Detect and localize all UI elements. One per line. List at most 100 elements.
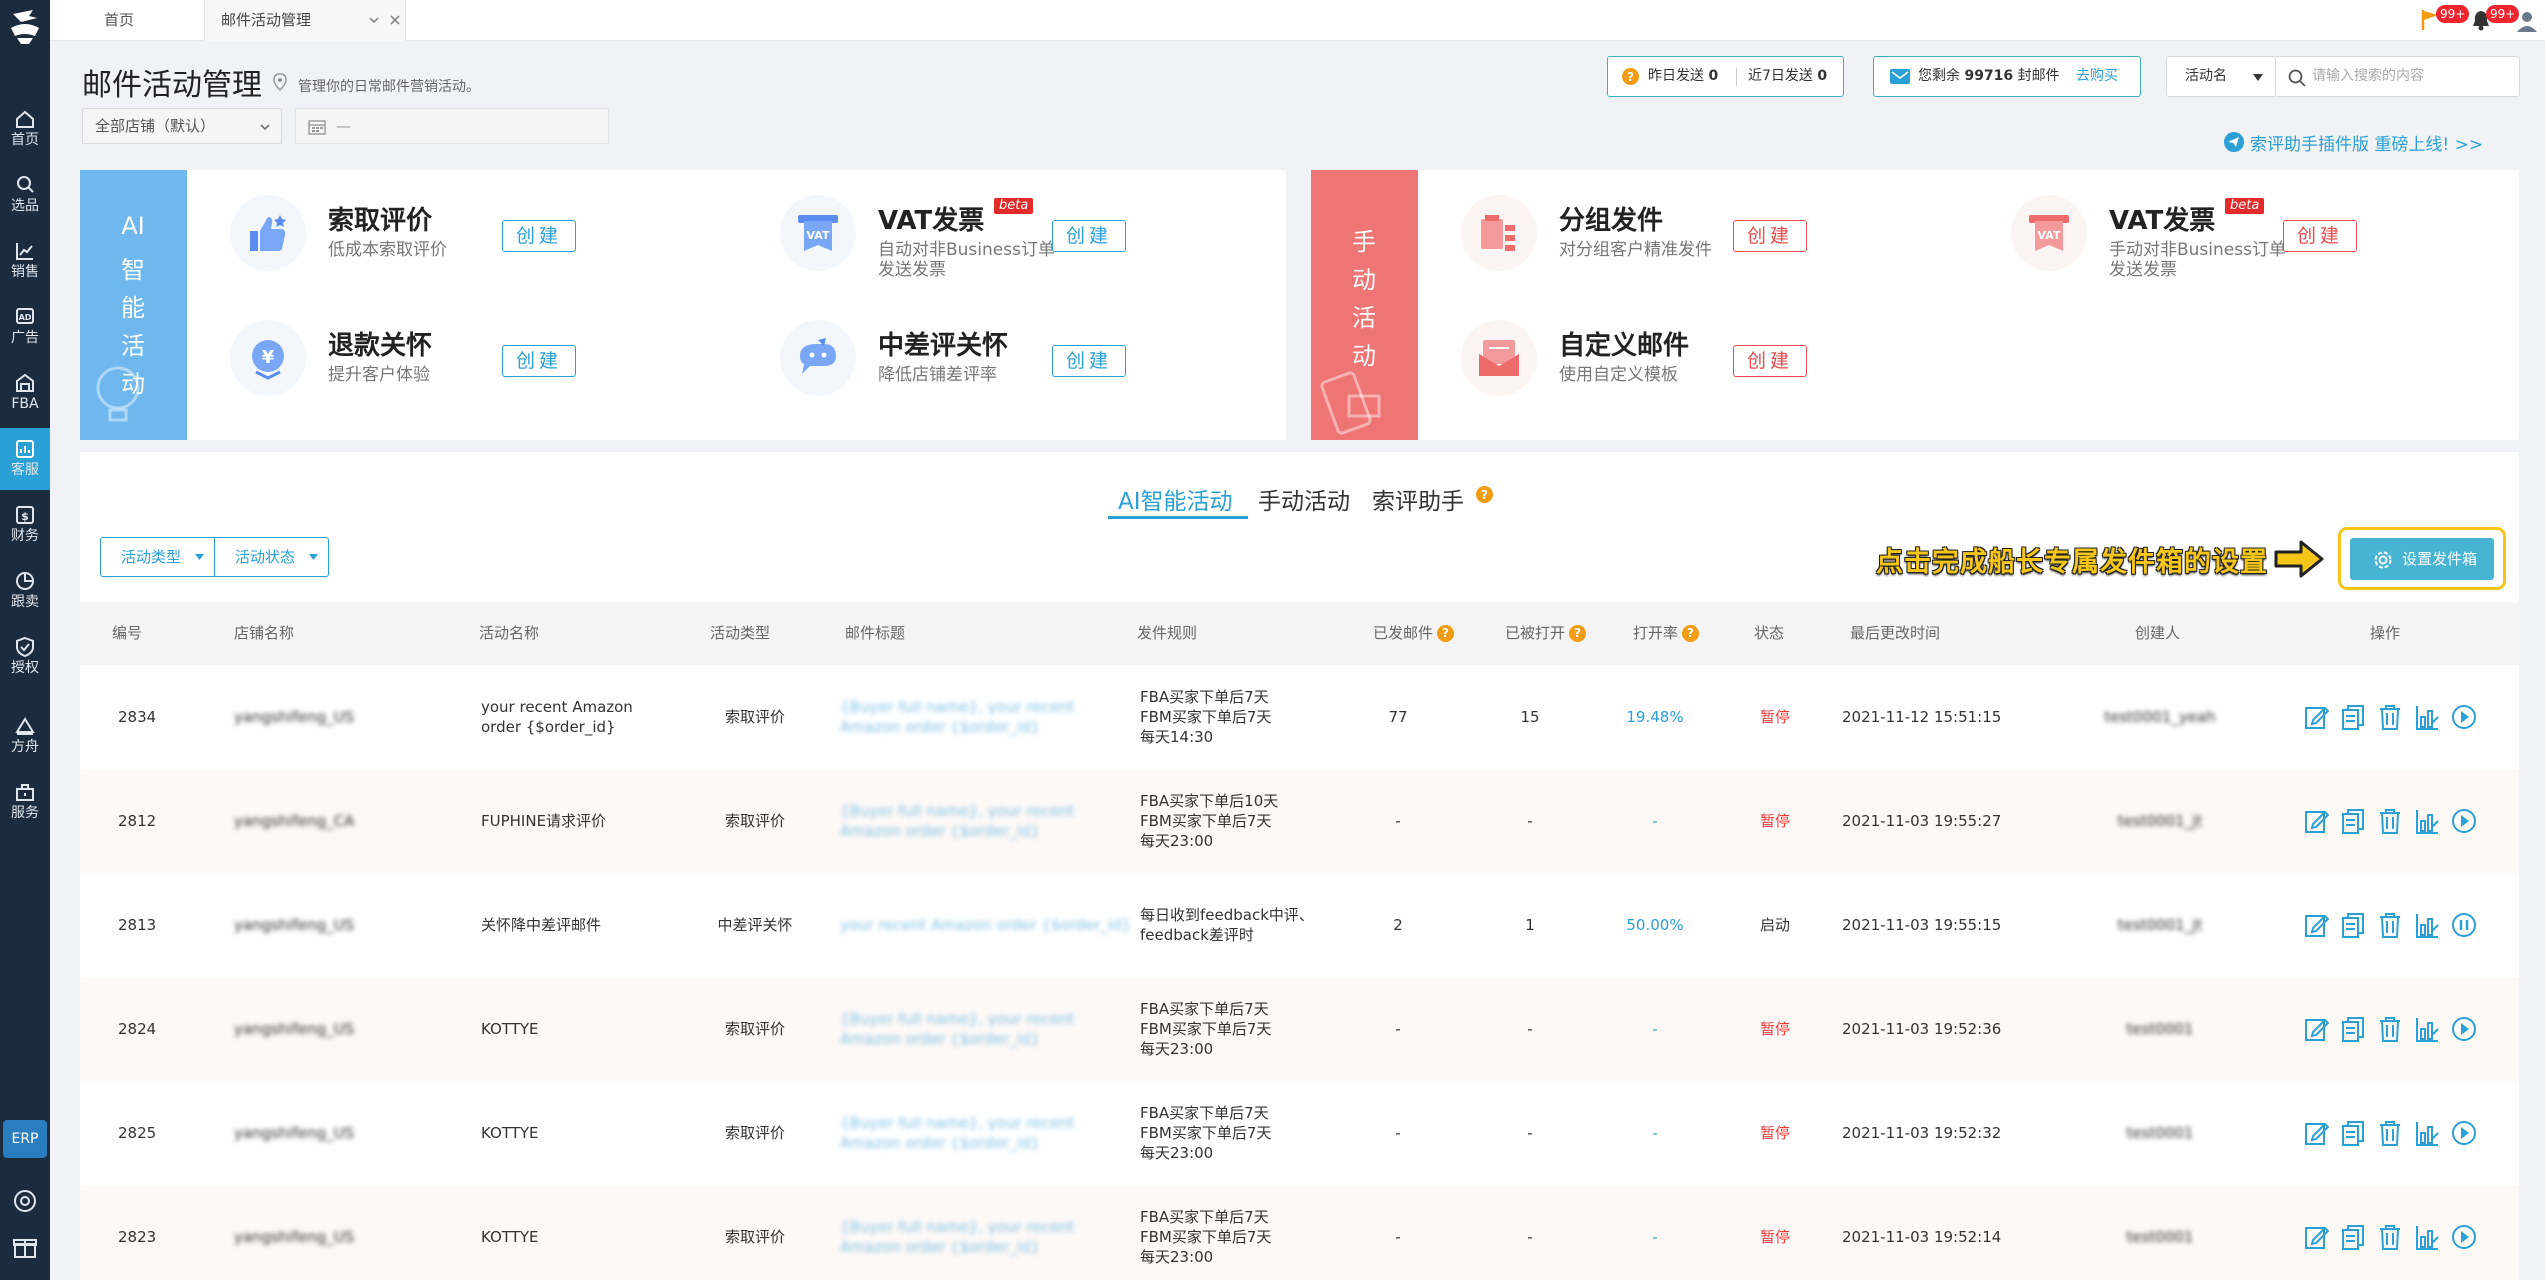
sidebar-item-label: 跟卖 bbox=[11, 594, 39, 610]
plugin-promo-link[interactable]: 索评助手插件版 重磅上线! >> bbox=[2224, 130, 2483, 155]
card-vat-invoice-auto: VAT VAT发票 beta 自动对非Business订单发送发票 创建 bbox=[780, 180, 1300, 280]
trash-button[interactable] bbox=[2377, 1119, 2403, 1147]
create-button[interactable]: 创建 bbox=[1733, 220, 1807, 252]
sidebar-item-home[interactable]: 首页 bbox=[0, 98, 50, 160]
sidebar-item-ad[interactable]: AD 广告 bbox=[0, 296, 50, 358]
cell-campaign-name[interactable]: 关怀降中差评邮件 bbox=[481, 915, 601, 935]
setup-mailbox-button[interactable]: 设置发件箱 bbox=[2350, 538, 2494, 580]
question-icon[interactable]: ? bbox=[1682, 625, 1700, 642]
create-button[interactable]: 创建 bbox=[1052, 345, 1126, 377]
cell-campaign-name[interactable]: KOTTYE bbox=[481, 1227, 539, 1247]
tab-ai-campaigns[interactable]: AI智能活动 bbox=[1118, 482, 1233, 516]
sidebar-item-search[interactable]: 选品 bbox=[0, 164, 50, 226]
cell-campaign-name[interactable]: KOTTYE bbox=[481, 1019, 539, 1039]
tab-mail-campaigns[interactable]: 邮件活动管理 bbox=[204, 0, 406, 41]
remain-label: 您剩余 bbox=[1918, 68, 1960, 84]
sidebar-item-ark[interactable]: 方舟 bbox=[0, 705, 50, 767]
search-input[interactable]: 请输入搜索的内容 bbox=[2276, 56, 2520, 97]
copy-button[interactable] bbox=[2340, 1119, 2366, 1147]
question-icon[interactable]: ? bbox=[1476, 486, 1493, 503]
question-icon[interactable]: ? bbox=[1569, 625, 1587, 642]
sidebar-item-label: FBA bbox=[11, 396, 39, 412]
erp-button[interactable]: ERP bbox=[3, 1120, 47, 1158]
gift-icon[interactable] bbox=[12, 1234, 38, 1260]
svg-text:¥: ¥ bbox=[262, 347, 275, 368]
sidebar-item-service[interactable]: 服务 bbox=[0, 771, 50, 833]
start-button[interactable] bbox=[2451, 1223, 2477, 1251]
sidebar-item-customer-service[interactable]: 客服 bbox=[0, 428, 50, 490]
stats-button[interactable] bbox=[2414, 703, 2440, 731]
create-button[interactable]: 创建 bbox=[1733, 345, 1807, 377]
sidebar-item-label: 广告 bbox=[11, 330, 39, 346]
create-button[interactable]: 创建 bbox=[1052, 220, 1126, 252]
start-button[interactable] bbox=[2451, 703, 2477, 731]
edit-button[interactable] bbox=[2303, 911, 2329, 939]
pause-button[interactable] bbox=[2451, 911, 2477, 939]
cell-campaign-name[interactable]: your recent Amazon order {$order_id} bbox=[481, 697, 633, 737]
question-icon[interactable]: ? bbox=[1437, 625, 1455, 642]
search-field-select[interactable]: 活动名 bbox=[2166, 56, 2276, 97]
svg-text:VAT: VAT bbox=[807, 229, 830, 242]
trash-button[interactable] bbox=[2377, 911, 2403, 939]
cell-type: 索取评价 bbox=[724, 1020, 785, 1038]
copy-button[interactable] bbox=[2340, 911, 2366, 939]
flag-notification[interactable]: 99+ bbox=[2420, 5, 2470, 32]
support-icon[interactable] bbox=[12, 1188, 38, 1214]
edit-button[interactable] bbox=[2303, 703, 2329, 731]
create-button[interactable]: 创建 bbox=[2283, 220, 2357, 252]
bell-notification[interactable]: 99+ bbox=[2470, 5, 2520, 32]
tab-home[interactable]: 首页 bbox=[104, 0, 134, 41]
sidebar-item-finance[interactable]: $ 财务 bbox=[0, 494, 50, 556]
sidebar-item-warehouse[interactable]: FBA bbox=[0, 362, 50, 424]
stats-icon bbox=[2416, 914, 2439, 938]
ai-campaign-panel: AI 智 能 活 动 索取评价 低成本索取评价 创建 VAT VAT发票 bet… bbox=[80, 170, 1286, 440]
edit-button[interactable] bbox=[2303, 1015, 2329, 1043]
search-field-value: 活动名 bbox=[2185, 68, 2227, 84]
sidebar-item-shield[interactable]: 授权 bbox=[0, 626, 50, 688]
app-logo-icon[interactable] bbox=[7, 6, 43, 46]
close-icon[interactable] bbox=[388, 13, 402, 27]
sidebar-item-pie[interactable]: 跟卖 bbox=[0, 560, 50, 622]
stats-button[interactable] bbox=[2414, 1015, 2440, 1043]
stats-button[interactable] bbox=[2414, 1223, 2440, 1251]
start-button[interactable] bbox=[2451, 1119, 2477, 1147]
cell-campaign-name[interactable]: FUPHINE请求评价 bbox=[481, 811, 606, 831]
start-button[interactable] bbox=[2451, 1015, 2477, 1043]
bell-badge: 99+ bbox=[2486, 5, 2520, 23]
tab-manual-campaigns[interactable]: 手动活动 bbox=[1258, 482, 1350, 516]
copy-button[interactable] bbox=[2340, 1015, 2366, 1043]
sidebar-item-chart[interactable]: 销售 bbox=[0, 230, 50, 292]
question-icon[interactable]: ? bbox=[1622, 68, 1639, 85]
trash-button[interactable] bbox=[2377, 703, 2403, 731]
cell-rules: FBA买家下单后7天 FBM买家下单后7天 每天23:00 bbox=[1140, 999, 1271, 1059]
edit-button[interactable] bbox=[2303, 1119, 2329, 1147]
create-button[interactable]: 创建 bbox=[502, 220, 576, 252]
copy-button[interactable] bbox=[2340, 807, 2366, 835]
user-avatar-icon[interactable] bbox=[2516, 10, 2538, 32]
buy-link[interactable]: 去购买 bbox=[2076, 57, 2118, 96]
svg-text:VAT: VAT bbox=[2038, 229, 2061, 242]
copy-button[interactable] bbox=[2340, 1223, 2366, 1251]
date-range-picker[interactable]: — bbox=[295, 108, 609, 144]
cell-subject: your recent Amazon order {$order_id} bbox=[840, 915, 1131, 935]
card-icon-wrap: VAT bbox=[2011, 195, 2087, 271]
line: {Buyer full name}, your recent bbox=[840, 1010, 1075, 1028]
ribbon-char: 活 bbox=[121, 332, 145, 360]
create-button[interactable]: 创建 bbox=[502, 345, 576, 377]
stats-button[interactable] bbox=[2414, 911, 2440, 939]
trash-button[interactable] bbox=[2377, 1015, 2403, 1043]
copy-button[interactable] bbox=[2340, 703, 2366, 731]
cell-campaign-name[interactable]: KOTTYE bbox=[481, 1123, 539, 1143]
edit-button[interactable] bbox=[2303, 1223, 2329, 1251]
stats-button[interactable] bbox=[2414, 1119, 2440, 1147]
chevron-down-icon[interactable] bbox=[367, 13, 381, 27]
campaign-type-filter[interactable]: 活动类型 bbox=[100, 537, 215, 577]
store-select[interactable]: 全部店铺（默认） bbox=[82, 108, 282, 144]
tab-review-assistant[interactable]: 索评助手 bbox=[1372, 482, 1464, 516]
trash-button[interactable] bbox=[2377, 1223, 2403, 1251]
edit-button[interactable] bbox=[2303, 807, 2329, 835]
trash-button[interactable] bbox=[2377, 807, 2403, 835]
stats-button[interactable] bbox=[2414, 807, 2440, 835]
start-button[interactable] bbox=[2451, 807, 2477, 835]
campaign-status-filter[interactable]: 活动状态 bbox=[214, 537, 329, 577]
